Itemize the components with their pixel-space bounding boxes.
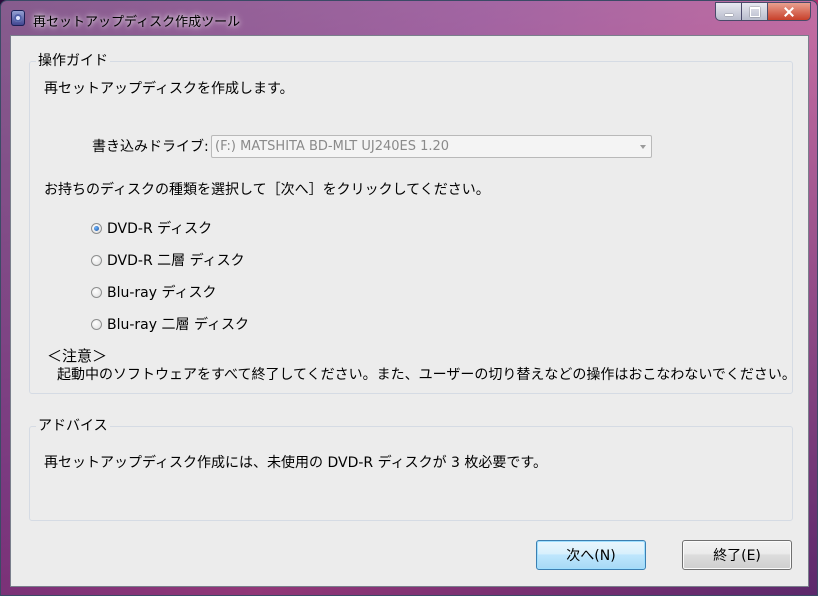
title-bar[interactable]: 再セットアップディスク作成ツール: [1, 1, 817, 35]
app-window: 再セットアップディスク作成ツール 操作ガイド 再セットアップディスクを作成します…: [0, 0, 818, 596]
disc-option-label: DVD-R ディスク: [107, 221, 213, 237]
disc-option-bluray[interactable]: Blu-ray ディスク: [91, 283, 217, 301]
disc-option-label: Blu-ray ディスク: [107, 285, 217, 301]
dialog-client-area: 操作ガイド 再セットアップディスクを作成します。 書き込みドライブ: (F:) …: [10, 35, 809, 587]
disc-option-dvd-r[interactable]: DVD-R ディスク: [91, 219, 212, 237]
radio-button[interactable]: [91, 254, 102, 266]
advice-group: アドバイス 再セットアップディスク作成には、未使用の DVD-R ディスクが 3…: [29, 418, 793, 521]
end-button[interactable]: 終了(E): [682, 540, 792, 570]
operation-guide-label: 操作ガイド: [36, 53, 110, 69]
caution-text: 起動中のソフトウェアをすべて終了してください。また、ユーザーの切り替えなどの操作…: [57, 367, 796, 383]
drive-label: 書き込みドライブ:: [92, 139, 209, 155]
disc-option-bluray-dual[interactable]: Blu-ray 二層 ディスク: [91, 315, 249, 333]
advice-label: アドバイス: [36, 418, 110, 434]
disc-tool-icon: [11, 10, 25, 26]
next-button[interactable]: 次へ(N): [536, 540, 646, 570]
drive-select[interactable]: (F:) MATSHITA BD-MLT UJ240ES 1.20: [211, 135, 652, 158]
radio-button[interactable]: [91, 318, 102, 330]
caution-title: ＜注意＞: [47, 347, 108, 365]
disc-option-label: Blu-ray 二層 ディスク: [107, 317, 249, 333]
radio-button[interactable]: [91, 222, 102, 234]
window-title: 再セットアップディスク作成ツール: [33, 15, 241, 30]
maximize-button[interactable]: [742, 2, 768, 21]
chevron-down-icon: [640, 145, 646, 149]
close-button[interactable]: [768, 2, 811, 21]
caption-buttons: [715, 2, 811, 21]
radio-button[interactable]: [91, 286, 102, 298]
advice-text: 再セットアップディスク作成には、未使用の DVD-R ディスクが 3 枚必要です…: [44, 455, 548, 471]
operation-guide-group: 操作ガイド 再セットアップディスクを作成します。 書き込みドライブ: (F:) …: [29, 53, 796, 394]
instruction-text: お持ちのディスクの種類を選択して［次へ］をクリックしてください。: [44, 182, 490, 198]
intro-text: 再セットアップディスクを作成します。: [44, 81, 294, 97]
minimize-button[interactable]: [715, 2, 742, 21]
drive-select-value: (F:) MATSHITA BD-MLT UJ240ES 1.20: [215, 139, 450, 154]
disc-option-dvd-r-dual[interactable]: DVD-R 二層 ディスク: [91, 251, 245, 269]
disc-option-label: DVD-R 二層 ディスク: [107, 253, 245, 269]
